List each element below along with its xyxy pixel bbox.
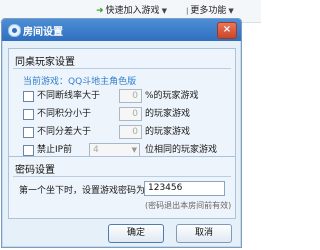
disconnect-rate-checkbox[interactable]: [23, 91, 34, 102]
divider-icon: |: [186, 7, 189, 15]
password-input[interactable]: 123456: [144, 181, 225, 196]
quick-join-label: 快速加入游戏: [105, 6, 160, 16]
dialog-titlebar[interactable]: 房间设置 ×: [2, 19, 241, 41]
group-title: 同桌玩家设置: [15, 57, 75, 68]
room-icon: [8, 24, 21, 37]
divider: [13, 176, 231, 177]
ok-button[interactable]: 确定: [108, 224, 164, 243]
row-label: 不同积分小于: [37, 109, 92, 119]
close-button[interactable]: ×: [217, 22, 237, 39]
score-gap-row: 不同分差大于 0 的玩家游戏: [23, 125, 223, 139]
ip-prefix-row: 禁止IP前 4 ▼ 位相同的玩家游戏: [23, 143, 233, 157]
group-title: 密码设置: [15, 165, 55, 176]
more-functions-label: 更多功能: [190, 6, 227, 16]
table-players-group: 同桌玩家设置 当前游戏：QQ斗地主角色版 不同断线率大于 0 %的玩家游戏 不同…: [8, 48, 236, 168]
password-note: (密码退出本房间前有效): [145, 201, 232, 210]
quick-join-button[interactable]: ➜ 快速加入游戏 ▼: [96, 5, 167, 17]
chevron-down-icon: ▼: [228, 7, 234, 15]
current-game-label: 当前游戏：QQ斗地主角色版: [23, 77, 137, 87]
min-score-checkbox[interactable]: [23, 109, 34, 120]
row-suffix: %的玩家游戏: [145, 91, 199, 101]
green-arrow-icon: ➜: [96, 6, 104, 16]
ip-prefix-checkbox[interactable]: [23, 145, 34, 156]
room-settings-dialog: 房间设置 × 同桌玩家设置 当前游戏：QQ斗地主角色版 不同断线率大于 0 %的…: [1, 18, 242, 248]
divider: [13, 68, 231, 69]
score-gap-input[interactable]: 0: [119, 125, 142, 139]
min-score-row: 不同积分小于 0 的玩家游戏: [23, 107, 223, 121]
ip-prefix-select[interactable]: 4 ▼: [89, 143, 140, 157]
row-suffix: 的玩家游戏: [145, 109, 191, 119]
chevron-down-icon: ▼: [131, 146, 137, 154]
row-label: 不同断线率大于: [37, 91, 101, 101]
row-suffix: 的玩家游戏: [145, 127, 191, 137]
row-suffix: 位相同的玩家游戏: [145, 145, 218, 155]
row-label: 禁止IP前: [37, 145, 73, 155]
dialog-title: 房间设置: [23, 27, 63, 38]
cancel-button[interactable]: 取消: [176, 224, 232, 243]
chevron-down-icon: ▼: [161, 7, 167, 15]
password-prompt: 第一个坐下时，设置游戏密码为：: [19, 186, 155, 196]
row-label: 不同分差大于: [37, 127, 92, 137]
password-group: 密码设置 第一个坐下时，设置游戏密码为： 123456 (密码退出本房间前有效): [8, 156, 236, 219]
min-score-input[interactable]: 0: [119, 107, 142, 121]
score-gap-checkbox[interactable]: [23, 127, 34, 138]
disconnect-rate-input[interactable]: 0: [119, 89, 142, 103]
ip-prefix-value: 4: [93, 145, 99, 155]
more-functions-button[interactable]: | 更多功能 ▼: [186, 5, 234, 17]
disconnect-rate-row: 不同断线率大于 0 %的玩家游戏: [23, 89, 223, 103]
